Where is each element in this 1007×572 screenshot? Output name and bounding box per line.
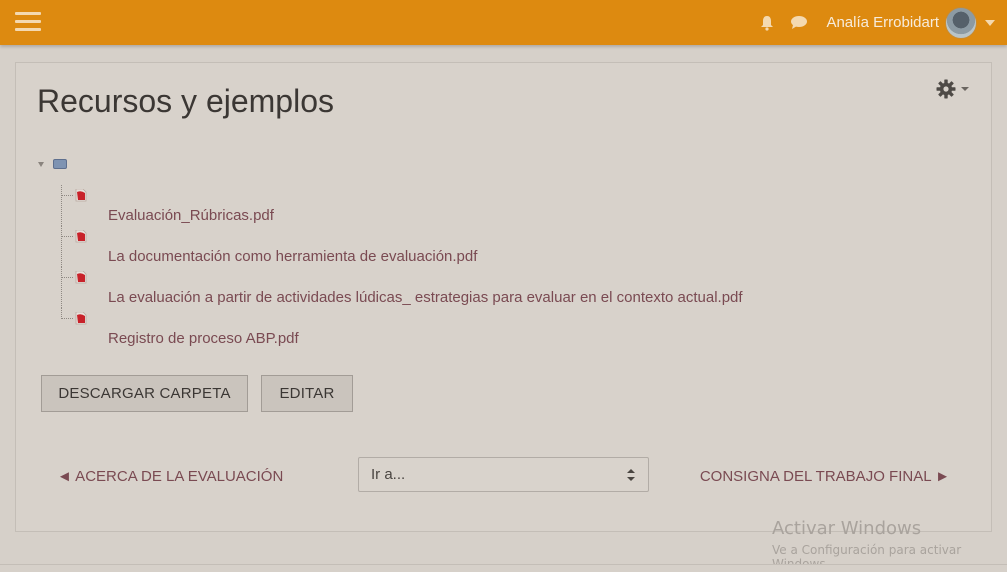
file-link[interactable]: La documentación como herramienta de eva… [108,248,477,265]
pdf-icon [75,230,87,243]
avatar[interactable] [945,6,977,39]
folder-tree-root [38,159,67,169]
top-navbar: Analía Errobidart [0,0,1007,45]
pdf-icon [75,312,87,325]
bottom-strip [0,564,1007,572]
tree-connector [61,226,62,267]
tree-connector [61,195,73,196]
navbar-user-area: Analía Errobidart [758,0,1007,45]
jump-to-select[interactable]: Ir a... [358,457,649,492]
file-link[interactable]: Registro de proceso ABP.pdf [108,330,299,347]
pdf-icon [75,189,87,202]
download-folder-button[interactable]: DESCARGAR CARPETA [41,375,248,412]
pdf-icon [75,271,87,284]
chevron-down-icon [961,87,969,91]
main-content-card: Recursos y ejemplos Evaluación_Rúbricas.… [15,62,992,532]
file-link[interactable]: La evaluación a partir de actividades lú… [108,289,743,306]
list-item: La evaluación a partir de actividades lú… [61,267,743,314]
tree-connector [61,236,73,237]
user-name[interactable]: Analía Errobidart [826,14,939,31]
tree-connector [61,185,62,226]
chevron-down-icon[interactable] [985,19,995,26]
folder-icon [53,159,67,169]
tree-connector [61,267,62,308]
list-item: La documentación como herramienta de eva… [61,226,743,273]
chat-bubble-icon[interactable] [790,14,808,32]
next-activity-link[interactable]: CONSIGNA DEL TRABAJO FINAL ► [700,468,950,485]
previous-activity-link[interactable]: ◄ ACERCA DE LA EVALUACIÓN [57,468,283,485]
folder-file-list: Evaluación_Rúbricas.pdf La documentación… [61,185,743,355]
settings-menu-button[interactable] [936,79,969,99]
page-title: Recursos y ejemplos [37,83,334,119]
gear-icon [936,79,956,99]
watermark-subtitle: Ve a Configuración para activar [772,543,962,557]
list-item: Evaluación_Rúbricas.pdf [61,185,743,232]
file-link[interactable]: Evaluación_Rúbricas.pdf [108,207,274,224]
hamburger-menu-icon[interactable] [15,12,41,32]
jump-to-selected-value: Ir a... [371,466,406,483]
bell-icon[interactable] [758,14,776,32]
tree-connector [61,277,73,278]
list-item: Registro de proceso ABP.pdf [61,308,743,355]
select-arrows-icon [627,469,635,481]
tree-toggle-icon[interactable] [38,161,44,167]
edit-button[interactable]: EDITAR [261,375,353,412]
tree-connector [61,318,73,319]
